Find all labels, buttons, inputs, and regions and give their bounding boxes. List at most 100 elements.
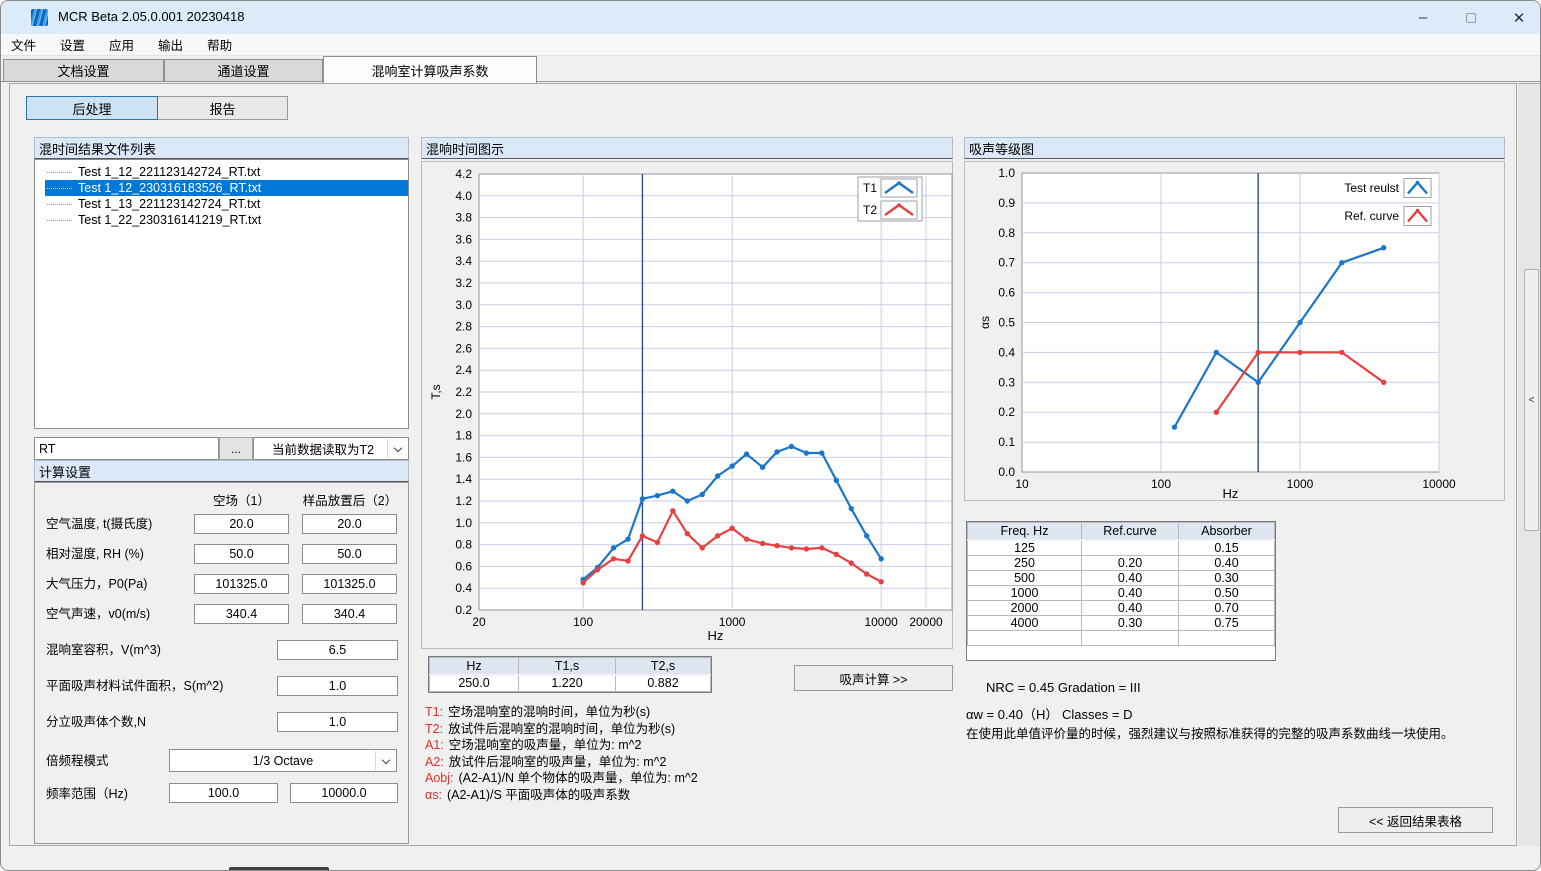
- svg-text:10000: 10000: [1422, 477, 1456, 491]
- menu-application[interactable]: 应用: [109, 35, 134, 54]
- table-row[interactable]: 1250.15: [968, 540, 1275, 556]
- list-item[interactable]: Test 1_12_221123142724_RT.txt: [45, 164, 408, 180]
- note-text: (A2-A1)/N 单个物体的吸声量，单位为: m^2: [459, 771, 698, 785]
- table-row[interactable]: 40000.300.75: [968, 615, 1275, 630]
- col-t2: T2,s: [616, 658, 711, 675]
- data-mode-dropdown[interactable]: 当前数据读取为T2: [253, 437, 409, 460]
- pressure-field-2[interactable]: [302, 574, 397, 594]
- pressure-field-1[interactable]: [194, 574, 289, 594]
- table-header-row: Freq. Hz Ref.curve Absorber: [968, 523, 1275, 540]
- app-icon: [31, 9, 48, 26]
- svg-text:3.6: 3.6: [455, 232, 472, 246]
- table-row[interactable]: 10000.400.50: [968, 585, 1275, 600]
- tab-reverb-absorption[interactable]: 混响室计算吸声系数: [323, 56, 537, 83]
- menu-bar: 文件 设置 应用 输出 帮助: [1, 34, 1541, 56]
- close-button[interactable]: ✕: [1496, 1, 1541, 34]
- minimize-button[interactable]: –: [1400, 1, 1446, 34]
- return-results-button[interactable]: << 返回结果表格: [1338, 807, 1493, 833]
- tab-document-settings[interactable]: 文档设置: [3, 59, 164, 82]
- tree-connector-icon: [47, 172, 72, 173]
- col-hz: Hz: [430, 658, 519, 675]
- sound-speed-field-2[interactable]: [302, 604, 397, 624]
- menu-output[interactable]: 输出: [158, 35, 183, 54]
- svg-text:3.0: 3.0: [455, 298, 472, 312]
- file-list-title: 混时间结果文件列表: [34, 137, 409, 159]
- maximize-button[interactable]: [1448, 1, 1494, 34]
- absorption-calc-button[interactable]: 吸声计算 >>: [794, 665, 953, 691]
- svg-text:0.1: 0.1: [998, 435, 1015, 449]
- result-file-list: Test 1_12_221123142724_RT.txt Test 1_12_…: [34, 159, 409, 429]
- file-name: Test 1_12_221123142724_RT.txt: [78, 165, 260, 179]
- humidity-field-2[interactable]: [302, 544, 397, 564]
- note-text: 空场混响室的吸声量，单位为: m^2: [449, 738, 642, 752]
- svg-text:2.8: 2.8: [455, 320, 472, 334]
- sample-area-field[interactable]: [277, 676, 398, 696]
- rt-name-input[interactable]: [34, 437, 219, 460]
- title-bar: MCR Beta 2.05.0.001 20230418 – ✕: [1, 1, 1541, 34]
- list-item[interactable]: Test 1_22_230316141219_RT.txt: [45, 212, 408, 228]
- note-text: (A2-A1)/S 平面吸声体的吸声系数: [447, 788, 630, 802]
- pressure-label: 大气压力，P0(Pa): [46, 574, 147, 594]
- subtab-postprocess[interactable]: 后处理: [26, 96, 158, 120]
- collapse-panel-handle[interactable]: <: [1524, 269, 1539, 531]
- absorber-count-label: 分立吸声体个数,N: [46, 712, 146, 732]
- freq-min-field[interactable]: [169, 783, 278, 803]
- svg-text:T1: T1: [863, 181, 877, 195]
- list-item[interactable]: Test 1_13_221123142724_RT.txt: [45, 196, 408, 212]
- svg-text:0.3: 0.3: [998, 375, 1015, 389]
- file-name: Test 1_13_221123142724_RT.txt: [78, 197, 260, 211]
- octave-mode-dropdown[interactable]: 1/3 Octave: [169, 749, 397, 772]
- frequency-table: Freq. Hz Ref.curve Absorber 1250.15 2500…: [966, 521, 1276, 661]
- svg-text:4.2: 4.2: [455, 167, 472, 181]
- humidity-label: 相对湿度, RH (%): [46, 544, 144, 564]
- air-temp-field-1[interactable]: [194, 514, 289, 534]
- table-row-empty: [968, 630, 1275, 645]
- menu-file[interactable]: 文件: [11, 35, 36, 54]
- sample-area-label: 平面吸声材料试件面积，S(m^2): [46, 676, 223, 696]
- room-volume-field[interactable]: [277, 640, 398, 660]
- list-item[interactable]: Test 1_12_230316183526_RT.txt: [45, 180, 408, 196]
- tab-channel-settings[interactable]: 通道设置: [164, 59, 323, 82]
- browse-button[interactable]: ...: [219, 437, 253, 460]
- menu-settings[interactable]: 设置: [60, 35, 85, 54]
- menu-help[interactable]: 帮助: [207, 35, 232, 54]
- subtab-report[interactable]: 报告: [157, 96, 288, 120]
- svg-text:4.0: 4.0: [455, 189, 472, 203]
- svg-text:3.4: 3.4: [455, 254, 472, 268]
- note-text: 空场混响室的混响时间，单位为秒(s): [448, 705, 650, 719]
- sound-speed-field-1[interactable]: [194, 604, 289, 624]
- single-value-warning: 在使用此单值评价量的时候，强烈建议与按照标准获得的完整的吸声系数曲线一块使用。: [966, 723, 1496, 742]
- column-header-with-sample: 样品放置后（2）: [294, 490, 406, 509]
- table-row[interactable]: 20000.400.70: [968, 600, 1275, 615]
- file-name: Test 1_22_230316141219_RT.txt: [78, 213, 261, 227]
- svg-text:2.6: 2.6: [455, 341, 472, 355]
- svg-text:0.0: 0.0: [998, 465, 1015, 479]
- rt-value-table: Hz T1,s T2,s 250.0 1.220 0.882: [428, 656, 712, 693]
- tab-strip: 文档设置 通道设置 混响室计算吸声系数: [1, 56, 1541, 82]
- svg-text:Ref. curve: Ref. curve: [1344, 209, 1399, 223]
- freq-max-field[interactable]: [290, 783, 398, 803]
- svg-text:Hz: Hz: [708, 628, 724, 643]
- svg-text:0.7: 0.7: [998, 256, 1015, 270]
- table-row[interactable]: 250.0 1.220 0.882: [430, 675, 711, 692]
- note-key: A1:: [425, 738, 444, 752]
- humidity-field-1[interactable]: [194, 544, 289, 564]
- note-key: Aobj:: [425, 771, 454, 785]
- svg-text:1000: 1000: [719, 615, 746, 629]
- air-temp-field-2[interactable]: [302, 514, 397, 534]
- svg-text:1.4: 1.4: [455, 472, 472, 486]
- absorption-grade-chart[interactable]: 0.00.10.20.30.40.50.60.70.80.91.01010010…: [964, 161, 1505, 501]
- definitions-notes: T1:空场混响室的混响时间，单位为秒(s) T2:放试件后混响室的混响时间，单位…: [425, 704, 949, 803]
- note-key: T2:: [425, 722, 443, 736]
- svg-text:0.5: 0.5: [998, 316, 1015, 330]
- svg-text:0.4: 0.4: [455, 581, 472, 595]
- window-title: MCR Beta 2.05.0.001 20230418: [58, 9, 244, 24]
- rt-chart[interactable]: 0.20.40.60.81.01.21.41.61.82.02.22.42.62…: [421, 161, 953, 649]
- table-row[interactable]: 2500.200.40: [968, 555, 1275, 570]
- sound-speed-label: 空气声速，v0(m/s): [46, 604, 150, 624]
- svg-text:2.4: 2.4: [455, 363, 472, 377]
- absorber-count-field[interactable]: [277, 712, 398, 732]
- table-row[interactable]: 5000.400.30: [968, 570, 1275, 585]
- svg-text:0.2: 0.2: [998, 405, 1015, 419]
- note-text: 放试件后混响室的吸声量，单位为: m^2: [449, 755, 667, 769]
